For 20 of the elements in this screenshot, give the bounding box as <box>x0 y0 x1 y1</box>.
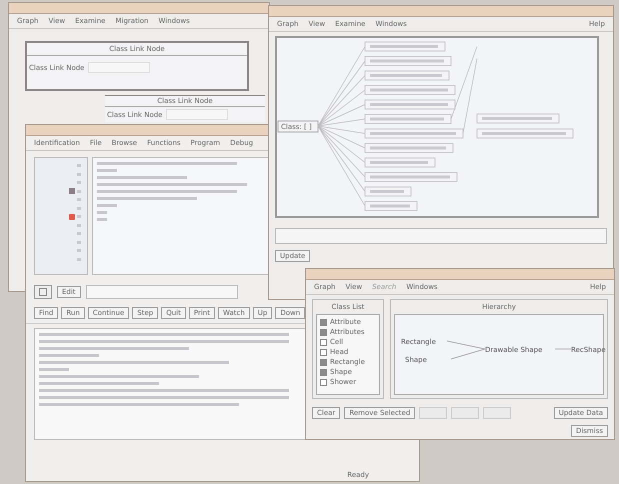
input-field[interactable] <box>88 62 150 73</box>
checkbox[interactable] <box>320 378 327 386</box>
command-field[interactable] <box>86 285 238 299</box>
connector-line <box>450 348 486 360</box>
graph-node <box>364 186 412 196</box>
checkbox[interactable] <box>320 328 327 336</box>
graph-node <box>364 201 418 211</box>
connector-line <box>446 340 486 350</box>
toolbar-button[interactable] <box>34 285 52 299</box>
marker-icon <box>69 188 75 194</box>
checkbox[interactable] <box>320 348 327 356</box>
breakpoint-icon <box>69 214 75 220</box>
connector-line <box>554 348 572 350</box>
input-field[interactable] <box>275 228 607 244</box>
checkbox[interactable] <box>320 358 327 366</box>
input-field[interactable] <box>166 109 228 120</box>
checkbox[interactable] <box>320 318 327 326</box>
graph-node <box>364 158 436 168</box>
checkbox[interactable] <box>320 338 327 346</box>
checkbox[interactable] <box>320 368 327 376</box>
